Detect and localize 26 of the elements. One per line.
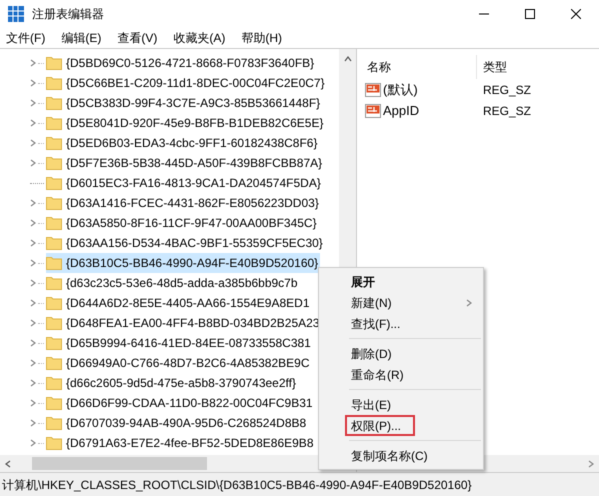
- tree-item-label: {d63c23c5-53e6-48d5-adda-a385b6bb9c7b: [66, 275, 298, 292]
- window-title: 注册表编辑器: [32, 6, 104, 23]
- value-name: (默认): [383, 80, 418, 99]
- tree-item-label: {D5E8041D-920F-45e9-B8FB-B1DEB82C6E5E}: [66, 115, 324, 132]
- tree-item-label: {D5CB383D-99F4-3C7E-A9C3-85B53661448F}: [66, 95, 320, 112]
- status-bar: 计算机\HKEY_CLASSES_ROOT\CLSID\{D63B10C5-BB46-4990-A94F-E40B9D520160}: [0, 472, 599, 496]
- value-name: AppID: [383, 102, 420, 120]
- tree-item-label: {D63A5850-8F16-11CF-9F47-00AA00BF345C}: [66, 215, 317, 232]
- tree-item-label: {D6015EC3-FA16-4813-9CA1-DA204574F5DA}: [66, 175, 321, 192]
- tree-item-label: {D644A6D2-8E5E-4405-AA66-1554E9A8ED1: [66, 295, 310, 312]
- tree-item-label: {D63B10C5-BB46-4990-A94F-E40B9D520160}: [66, 255, 318, 272]
- value-type: REG_SZ: [482, 102, 532, 120]
- tree-item-label: {D648FEA1-EA00-4FF4-B8BD-034BD2B25A23: [66, 315, 320, 332]
- tree-item-label: {D66D6F99-CDAA-11D0-B822-00C04FC9B31: [66, 395, 313, 412]
- tree-item-label: {D63A1416-FCEC-4431-862F-E8056223DD03}: [66, 195, 319, 212]
- tree-item-label: {D66949A0-C766-48D7-B2C6-4A85382BE9C: [66, 355, 310, 372]
- tree-item-label: {D5BD69C0-5126-4721-8668-F0783F3640FB}: [66, 55, 314, 72]
- tree-item-label: {D5F7E36B-5B38-445D-A50F-439B8FCBB87A}: [66, 155, 322, 172]
- tree-item-label: {D6791A63-E7E2-4fee-BF52-5DED8E86E9B8: [66, 435, 314, 452]
- tree-item-label: {D5C66BE1-C209-11d1-8DEC-00C04FC2E0C7}: [66, 75, 325, 92]
- tree-item-label: {d66c2605-9d5d-475e-a5b8-3790743ee2ff}: [66, 375, 296, 392]
- tree-item-label: {D5ED6B03-EDA3-4cbc-9FF1-60182438C8F6}: [66, 135, 318, 152]
- tree-item-label: {D65B9994-6416-41ED-84EE-08733558C381: [66, 335, 311, 352]
- value-type: REG_SZ: [482, 82, 532, 98]
- tree-item-label: {D6707039-94AB-490A-95D6-C268524D8B8: [66, 415, 306, 432]
- tree-item-label: {D63AA156-D534-4BAC-9BF1-55359CF5EC30}: [66, 235, 323, 252]
